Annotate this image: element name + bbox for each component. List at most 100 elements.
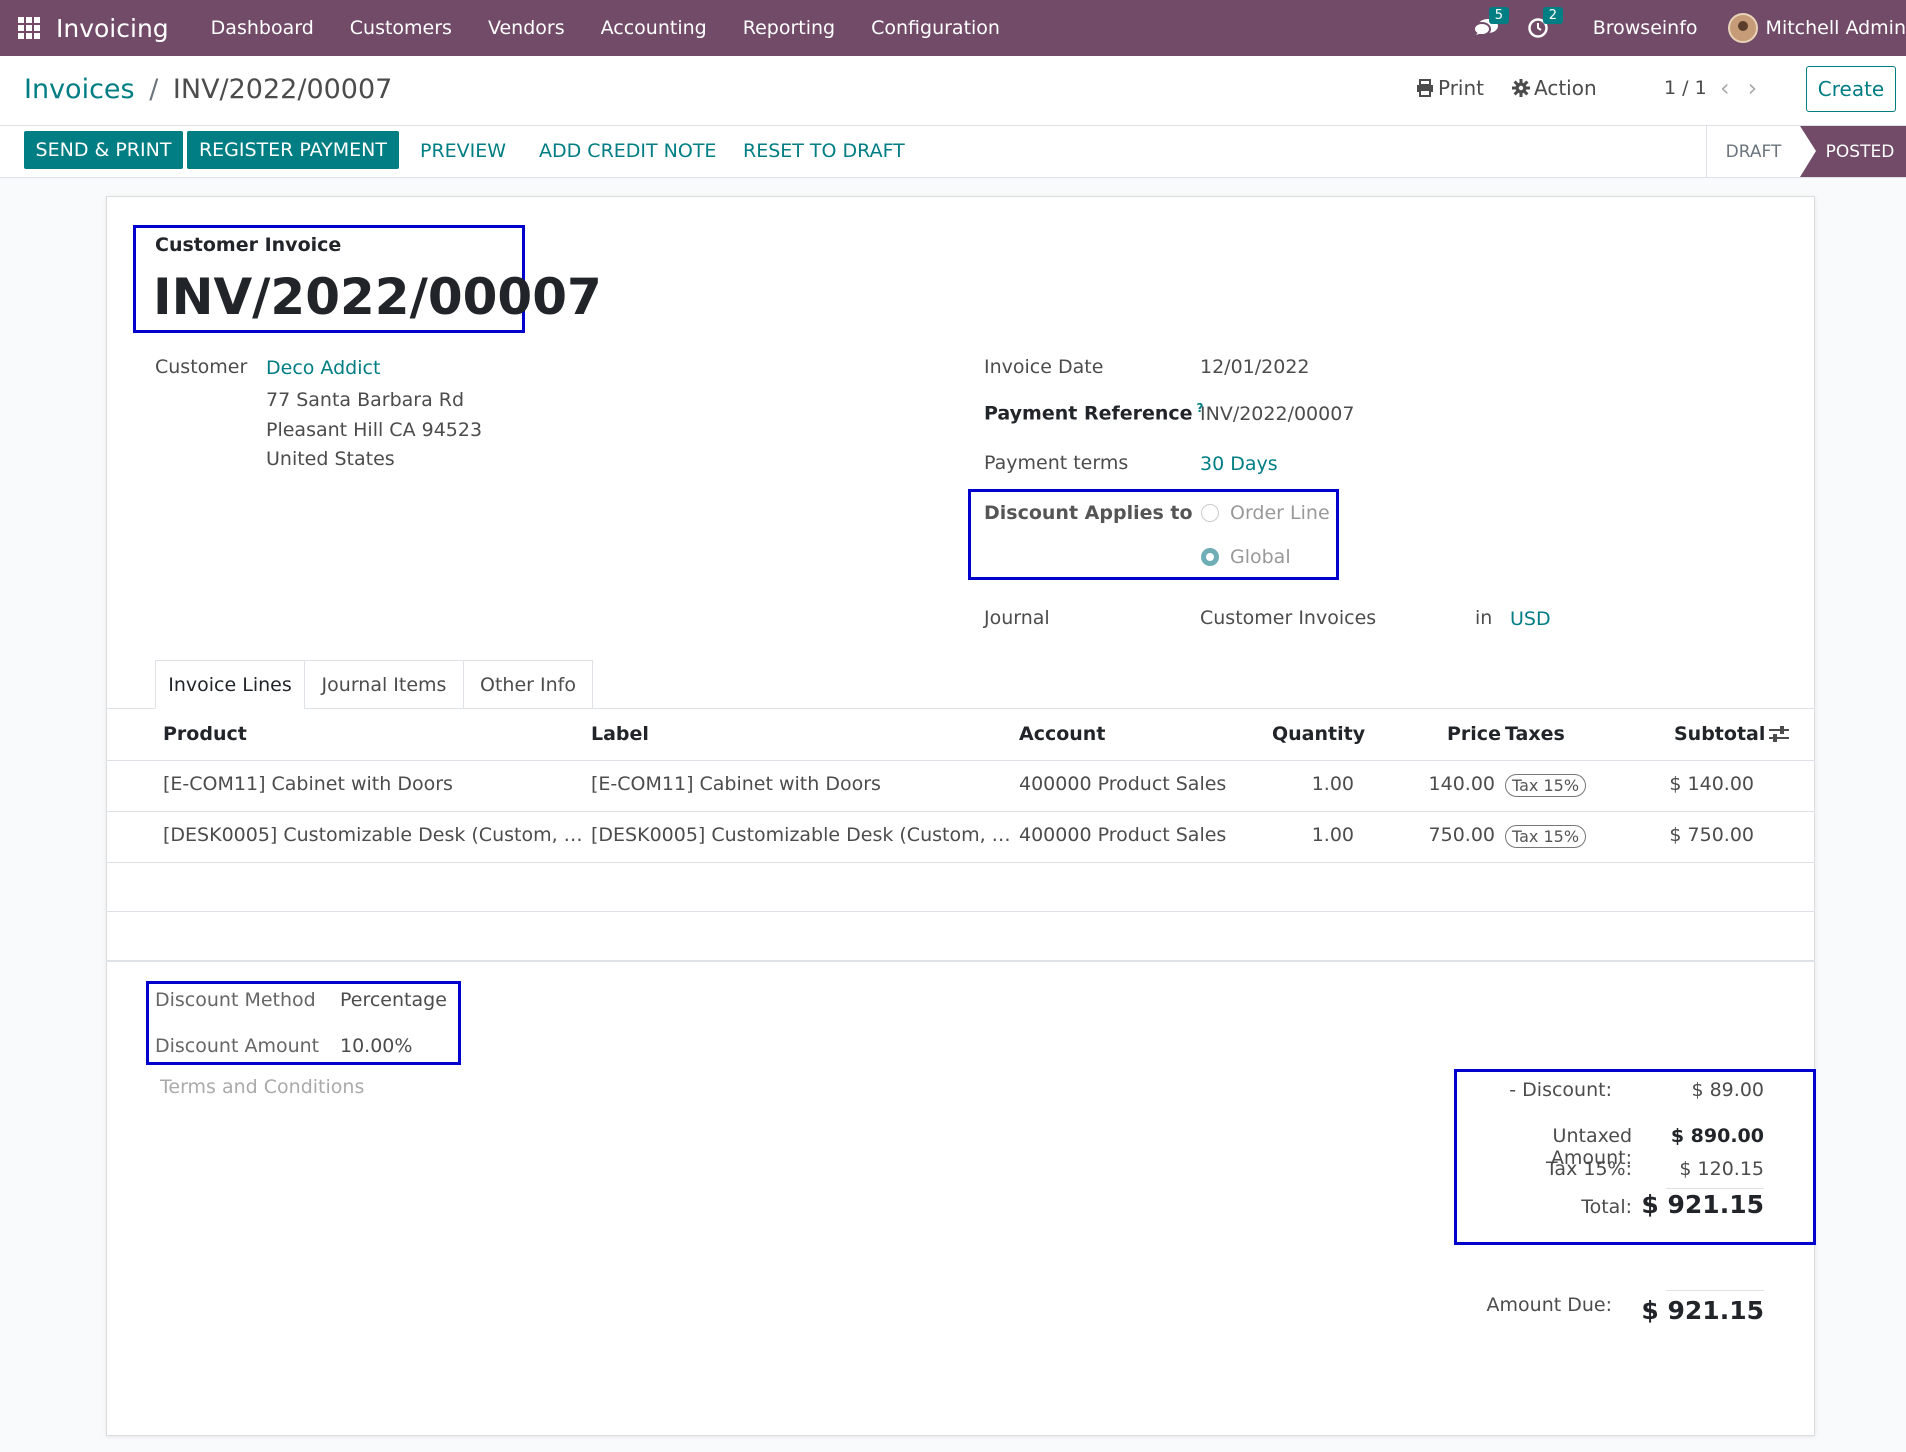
- terms-conditions-field[interactable]: Terms and Conditions: [160, 1076, 364, 1098]
- row1-subtotal: $ 140.00: [1669, 773, 1754, 795]
- app-name[interactable]: Invoicing: [56, 14, 169, 43]
- customer-name-link[interactable]: Deco Addict: [266, 357, 380, 379]
- journal-label: Journal: [984, 607, 1050, 629]
- discount-amount-value[interactable]: 10.00%: [340, 1035, 412, 1057]
- payment-terms-label: Payment terms: [984, 452, 1129, 474]
- invoice-number: INV/2022/00007: [153, 268, 602, 326]
- row1-label[interactable]: [E-COM11] Cabinet with Doors: [591, 773, 1011, 795]
- discount-total-label: - Discount:: [1509, 1079, 1612, 1101]
- preview-button[interactable]: PREVIEW: [420, 140, 506, 162]
- journal-value[interactable]: Customer Invoices: [1200, 607, 1376, 629]
- row2-label[interactable]: [DESK0005] Customizable Desk (Custom, Wh…: [591, 824, 1011, 846]
- discount-applies-label: Discount Applies to: [984, 502, 1193, 524]
- discount-method-value[interactable]: Percentage: [340, 989, 447, 1011]
- total-label: Total:: [1581, 1196, 1632, 1218]
- row2-product[interactable]: [DESK0005] Customizable Desk (Custom, Wh…: [163, 824, 583, 846]
- col-account[interactable]: Account: [1019, 723, 1105, 745]
- amount-due-divider: [1666, 1290, 1764, 1291]
- register-payment-button[interactable]: REGISTER PAYMENT: [187, 131, 399, 169]
- header-divider: [106, 760, 1815, 761]
- table-bottom-separator: [106, 960, 1815, 962]
- tab-journal-items[interactable]: Journal Items: [304, 660, 464, 709]
- menu-reporting[interactable]: Reporting: [743, 17, 835, 39]
- currency-value[interactable]: USD: [1510, 608, 1551, 630]
- total-value: $ 921.15: [1641, 1190, 1764, 1219]
- total-divider: [1666, 1188, 1764, 1189]
- row2-subtotal: $ 750.00: [1669, 824, 1754, 846]
- stage-posted: POSTED: [1800, 126, 1906, 177]
- print-button[interactable]: Print: [1416, 76, 1484, 100]
- pager-prev-icon[interactable]: ‹: [1720, 74, 1748, 102]
- invoice-type: Customer Invoice: [155, 234, 342, 256]
- radio-global-label[interactable]: Global: [1230, 546, 1291, 568]
- tab-invoice-lines[interactable]: Invoice Lines: [155, 660, 305, 709]
- radio-order-line[interactable]: [1201, 504, 1219, 522]
- col-product[interactable]: Product: [163, 723, 247, 745]
- discount-total-value: $ 89.00: [1691, 1079, 1764, 1101]
- row1-quantity[interactable]: 1.00: [1300, 773, 1354, 795]
- reset-to-draft-button[interactable]: RESET TO DRAFT: [743, 140, 905, 162]
- col-price[interactable]: Price: [1447, 723, 1501, 745]
- add-credit-note-button[interactable]: ADD CREDIT NOTE: [539, 140, 716, 162]
- gear-icon: [1512, 79, 1530, 97]
- breadcrumb: Invoices / INV/2022/00007: [24, 74, 392, 105]
- print-label: Print: [1438, 76, 1485, 100]
- print-icon: [1417, 79, 1433, 97]
- action-button[interactable]: Action: [1512, 76, 1597, 100]
- row1-tax-tag[interactable]: Tax 15%: [1505, 774, 1587, 797]
- row-divider: [106, 911, 1815, 912]
- tax-15-label: Tax 15%:: [1545, 1158, 1632, 1180]
- col-quantity[interactable]: Quantity: [1272, 723, 1365, 745]
- messages-button[interactable]: 5: [1472, 7, 1509, 39]
- col-label[interactable]: Label: [591, 723, 649, 745]
- menu-vendors[interactable]: Vendors: [488, 17, 565, 39]
- payment-reference-label: Payment Reference?: [984, 401, 1204, 424]
- row1-price[interactable]: 140.00: [1420, 773, 1495, 795]
- create-button[interactable]: Create: [1806, 66, 1896, 112]
- company-switcher[interactable]: Browseinfo: [1593, 17, 1698, 39]
- status-bar: SEND & PRINT REGISTER PAYMENT PREVIEW AD…: [0, 126, 1906, 178]
- send-print-button[interactable]: SEND & PRINT: [24, 131, 183, 169]
- row2-price[interactable]: 750.00: [1420, 824, 1495, 846]
- col-subtotal[interactable]: Subtotal: [1674, 723, 1765, 745]
- payment-terms-value[interactable]: 30 Days: [1200, 453, 1278, 475]
- breadcrumb-invoices-link[interactable]: Invoices: [24, 74, 135, 105]
- tax-15-value: $ 120.15: [1679, 1158, 1764, 1180]
- optional-columns-icon[interactable]: [1768, 724, 1790, 744]
- customer-label: Customer: [155, 356, 248, 378]
- payment-reference-value[interactable]: INV/2022/00007: [1200, 403, 1354, 425]
- menu-dashboard[interactable]: Dashboard: [211, 17, 314, 39]
- col-taxes[interactable]: Taxes: [1505, 723, 1565, 745]
- stage-posted-label: POSTED: [1825, 141, 1895, 162]
- invoice-date-value[interactable]: 12/01/2022: [1200, 356, 1310, 378]
- activities-button[interactable]: 2: [1527, 7, 1563, 39]
- row2-account[interactable]: 400000 Product Sales: [1019, 824, 1239, 846]
- user-menu[interactable]: Mitchell Admin: [1766, 17, 1906, 39]
- pager-next-icon[interactable]: ›: [1748, 74, 1776, 102]
- menu-customers[interactable]: Customers: [350, 17, 452, 39]
- row-divider: [106, 811, 1815, 812]
- breadcrumb-separator: /: [149, 74, 159, 105]
- radio-order-line-label[interactable]: Order Line: [1230, 502, 1330, 524]
- menu-accounting[interactable]: Accounting: [601, 17, 707, 39]
- control-panel: Invoices / INV/2022/00007 Print Action 1…: [0, 56, 1906, 126]
- user-avatar[interactable]: [1727, 13, 1758, 43]
- row1-product[interactable]: [E-COM11] Cabinet with Doors: [163, 773, 583, 795]
- stage-draft: DRAFT: [1706, 126, 1800, 177]
- apps-menu-icon[interactable]: [18, 17, 40, 39]
- row2-quantity[interactable]: 1.00: [1300, 824, 1354, 846]
- untaxed-amount-value: $ 890.00: [1670, 1125, 1764, 1147]
- menu-configuration[interactable]: Configuration: [871, 17, 1000, 39]
- row-divider: [106, 862, 1815, 863]
- action-label: Action: [1534, 76, 1597, 100]
- row1-account[interactable]: 400000 Product Sales: [1019, 773, 1239, 795]
- pager-value[interactable]: 1 / 1: [1664, 77, 1707, 99]
- amount-due-value: $ 921.15: [1641, 1296, 1764, 1325]
- activities-badge: 2: [1542, 7, 1563, 24]
- tab-other-info[interactable]: Other Info: [463, 660, 593, 709]
- radio-global[interactable]: [1201, 548, 1219, 566]
- currency-in-label: in: [1475, 607, 1493, 629]
- address-line-1: 77 Santa Barbara Rd: [266, 389, 465, 411]
- row2-tax-tag[interactable]: Tax 15%: [1505, 825, 1587, 848]
- address-line-2: Pleasant Hill CA 94523: [266, 419, 483, 441]
